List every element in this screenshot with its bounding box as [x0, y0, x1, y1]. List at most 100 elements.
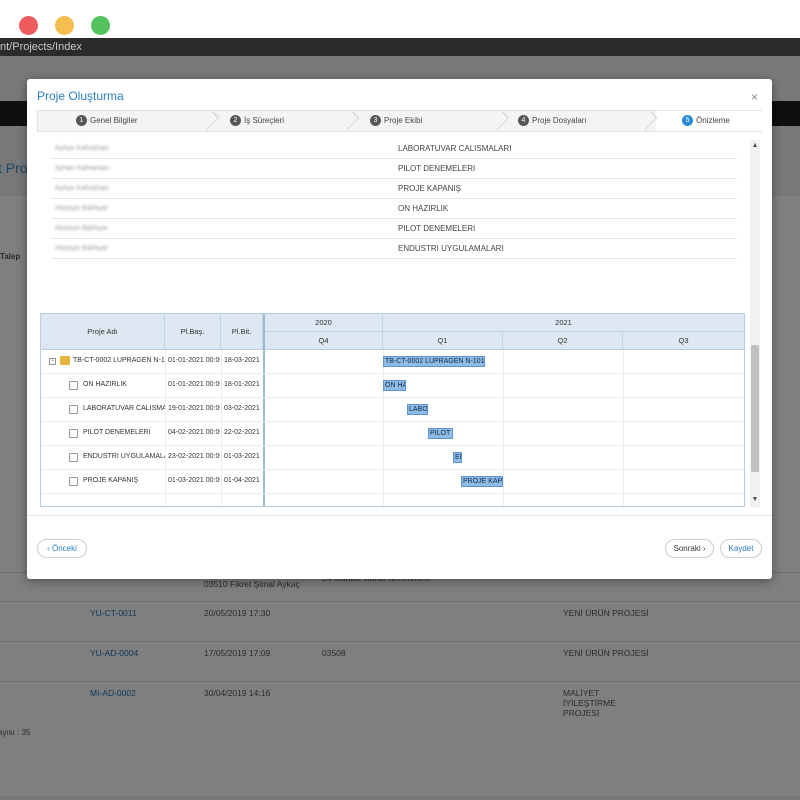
- quarter-q2: Q2: [503, 332, 623, 350]
- step-separator: [490, 111, 510, 131]
- task-end: 22-02-2021 00:00: [224, 429, 262, 436]
- member-name: Ayhan Kahraman: [55, 165, 109, 172]
- task-name: PILOT DENEMELERI: [83, 429, 151, 436]
- step-label: İş Süreçleri: [244, 116, 285, 125]
- address-bar[interactable]: nt/Projects/Index: [0, 38, 800, 56]
- close-icon[interactable]: ×: [751, 90, 758, 104]
- step-label: Proje Dosyaları: [532, 116, 587, 125]
- member-task: ENDUSTRI UYGULAMALARI: [398, 244, 504, 253]
- minimize-window-icon[interactable]: [55, 16, 74, 35]
- list-item: Hüseyin Bahtiyar PILOT DENEMELERI: [51, 219, 737, 239]
- member-name: Ayhan Kahraman: [55, 185, 109, 192]
- step-label: Önizleme: [696, 116, 730, 125]
- task-end: 18-03-2021 00:00: [224, 357, 262, 364]
- member-name: Ayhan Kahraman: [55, 145, 109, 152]
- gantt-row[interactable]: PILOT DENEMELERI 04-02-2021 00:00 22-02-…: [41, 422, 744, 446]
- list-item: Ayhan Kahraman PILOT DENEMELERI: [51, 159, 737, 179]
- save-button[interactable]: Kaydet: [720, 539, 762, 558]
- task-checkbox[interactable]: [69, 429, 78, 438]
- task-checkbox[interactable]: [69, 453, 78, 462]
- step-project-team[interactable]: 3 Proje Ekibi: [370, 111, 422, 131]
- task-checkbox[interactable]: [69, 381, 78, 390]
- folder-icon: [60, 356, 70, 365]
- col-planned-start: Pl.Baş.: [165, 314, 221, 350]
- step-number: 4: [518, 115, 529, 127]
- task-start: 01-01-2021 00:00: [168, 357, 220, 364]
- collapse-icon[interactable]: −: [49, 358, 56, 365]
- step-number: 1: [76, 115, 87, 127]
- gantt-bar[interactable]: LABO: [407, 404, 428, 415]
- scrollbar-thumb[interactable]: [751, 345, 759, 472]
- member-task: ON HAZIRLIK: [398, 204, 449, 213]
- list-item: Ayhan Kahraman PROJE KAPANIŞ: [51, 179, 737, 199]
- gantt-row[interactable]: LABORATUVAR CALISMALARI 19-01-2021 00:00…: [41, 398, 744, 422]
- quarter-q1: Q1: [383, 332, 503, 350]
- modal-scrollbar[interactable]: ▲ ▼: [750, 140, 760, 508]
- step-separator: [638, 111, 658, 131]
- year-2021: 2021: [383, 314, 744, 332]
- gantt-bar[interactable]: TB-CT-0002 LUPRAGEN N-101: [383, 356, 485, 367]
- member-name: Hüseyin Bahtiyar: [55, 245, 108, 252]
- step-separator: [340, 111, 360, 131]
- task-name: ENDUSTRI UYGULAMALARI: [83, 453, 165, 460]
- task-name: LABORATUVAR CALISMALARI: [83, 405, 165, 412]
- wizard-steps: 1 Genel Bilgiler 2 İş Süreçleri 3 Proje Eki…: [37, 110, 763, 132]
- task-start: 19-01-2021 00:00: [168, 405, 220, 412]
- quarter-q3: Q3: [678, 336, 689, 345]
- task-end: 18-01-2021 00:00: [224, 381, 262, 388]
- step-work-processes[interactable]: 2 İş Süreçleri: [230, 111, 284, 131]
- task-checkbox[interactable]: [69, 405, 78, 414]
- gantt-bar[interactable]: PILOT: [428, 428, 453, 439]
- gantt-row[interactable]: − TB-CT-0002 LUPRAGEN N-101 01-01-2021 0…: [41, 350, 744, 374]
- col-project-name: Proje Adı: [41, 314, 165, 350]
- member-task: LABORATUVAR CALISMALARI: [398, 144, 512, 153]
- task-name: ON HAZIRLIK: [83, 381, 127, 388]
- step-separator: [200, 111, 220, 131]
- gantt-row[interactable]: ENDUSTRI UYGULAMALARI 23-02-2021 00:00 0…: [41, 446, 744, 470]
- step-number: 5: [682, 115, 693, 127]
- col-planned-end: Pl.Bit.: [221, 314, 263, 350]
- task-checkbox[interactable]: [69, 477, 78, 486]
- step-label: Genel Bilgiler: [90, 116, 138, 125]
- gantt-bar[interactable]: EI: [453, 452, 462, 463]
- gantt-header: Proje Adı Pl.Baş. Pl.Bit. 2020 2021 Q4 Q…: [41, 314, 744, 350]
- task-start: 01-01-2021 00:00: [168, 381, 220, 388]
- task-name: TB-CT-0002 LUPRAGEN N-101: [73, 357, 165, 364]
- step-preview[interactable]: 5 Önizleme: [682, 111, 730, 131]
- next-button[interactable]: Sonraki ›: [665, 539, 714, 558]
- modal-title: Proje Oluşturma: [37, 89, 124, 103]
- gantt-bar[interactable]: PROJE KAPA: [461, 476, 503, 487]
- year-2020: 2020: [265, 314, 383, 332]
- team-task-list: Ayhan Kahraman LABORATUVAR CALISMALARI A…: [51, 139, 737, 259]
- previous-button[interactable]: ‹ Önceki: [37, 539, 87, 558]
- step-project-files[interactable]: 4 Proje Dosyaları: [518, 111, 587, 131]
- project-create-modal: Proje Oluşturma × 1 Genel Bilgiler 2 İş Sü…: [27, 79, 772, 579]
- task-name: PROJE KAPANIŞ: [83, 477, 139, 484]
- gantt-bar[interactable]: ON HA: [383, 380, 406, 391]
- task-start: 01-03-2021 00:00: [168, 477, 220, 484]
- quarter-q4: Q4: [265, 332, 383, 350]
- member-task: PILOT DENEMELERI: [398, 164, 476, 173]
- maximize-window-icon[interactable]: [91, 16, 110, 35]
- task-start: 04-02-2021 00:00: [168, 429, 220, 436]
- scroll-down-icon[interactable]: ▼: [751, 496, 759, 504]
- step-number: 2: [230, 115, 241, 127]
- member-task: PROJE KAPANIŞ: [398, 184, 461, 193]
- window-titlebar: [0, 0, 800, 38]
- step-number: 3: [370, 115, 381, 127]
- member-name: Hüseyin Bahtiyar: [55, 205, 108, 212]
- preview-scroll-area[interactable]: Ayhan Kahraman LABORATUVAR CALISMALARI A…: [37, 139, 762, 507]
- close-window-icon[interactable]: [19, 16, 38, 35]
- gantt-chart: Proje Adı Pl.Baş. Pl.Bit. 2020 2021 Q4 Q…: [40, 313, 745, 507]
- task-end: 01-04-2021 00:00: [224, 477, 262, 484]
- step-general-info[interactable]: 1 Genel Bilgiler: [76, 111, 138, 131]
- task-end: 01-03-2021 00:00: [224, 453, 262, 460]
- modal-footer-divider: [27, 515, 772, 516]
- task-start: 23-02-2021 00:00: [168, 453, 220, 460]
- list-item: Hüseyin Bahtiyar ENDUSTRI UYGULAMALARI: [51, 239, 737, 259]
- scroll-up-icon[interactable]: ▲: [751, 142, 759, 150]
- gantt-row[interactable]: PROJE KAPANIŞ 01-03-2021 00:00 01-04-202…: [41, 470, 744, 494]
- list-item: Hüseyin Bahtiyar ON HAZIRLIK: [51, 199, 737, 219]
- member-name: Hüseyin Bahtiyar: [55, 225, 108, 232]
- gantt-row[interactable]: ON HAZIRLIK 01-01-2021 00:00 18-01-2021 …: [41, 374, 744, 398]
